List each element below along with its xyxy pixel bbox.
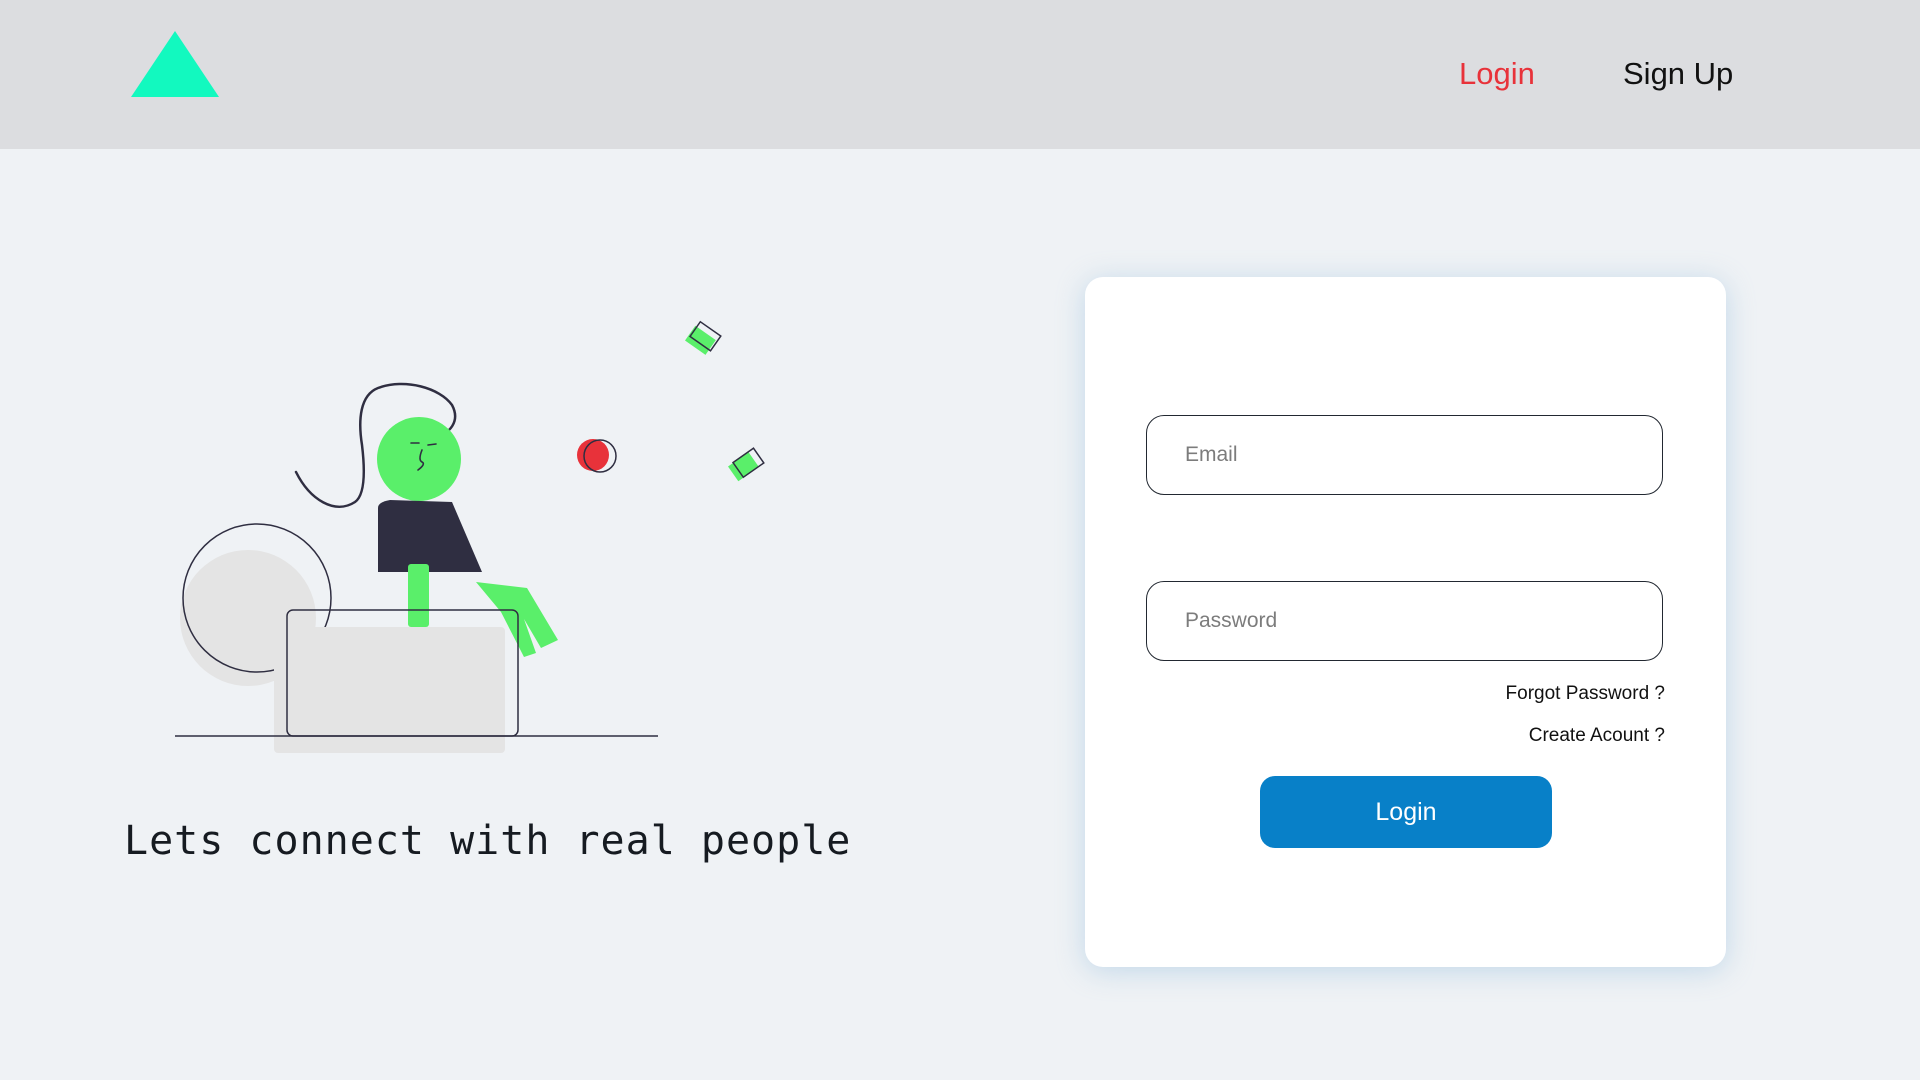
nav-login-link[interactable]: Login [1459,54,1535,94]
top-navigation-bar: Login Sign Up [0,0,1920,149]
person-left-arm-shape [408,564,429,627]
create-account-link[interactable]: Create Acount ? [1529,725,1665,747]
triangle-logo-icon[interactable] [131,31,219,97]
red-circle-shape [577,439,617,473]
person-at-laptop-illustration [175,320,765,753]
person-body-shape [378,500,482,572]
green-square-shape-top [685,320,722,355]
email-field[interactable] [1146,415,1663,495]
nav-signup-link[interactable]: Sign Up [1623,54,1733,94]
login-card: Forgot Password ? Create Acount ? Login [1085,277,1726,967]
laptop-icon [274,609,519,753]
green-square-shape-bottom [728,447,765,482]
hero-tagline: Lets connect with real people [124,818,852,864]
password-field[interactable] [1146,581,1663,661]
login-button[interactable]: Login [1260,776,1552,848]
person-head-icon [377,417,461,501]
forgot-password-link[interactable]: Forgot Password ? [1506,683,1665,705]
